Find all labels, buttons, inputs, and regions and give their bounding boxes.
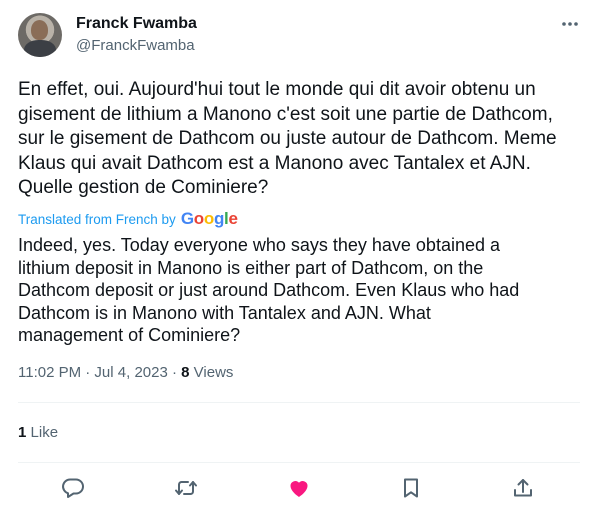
heart-icon [290,481,308,497]
more-button[interactable] [558,12,582,36]
avatar[interactable] [18,13,62,57]
retweet-icon [175,481,197,495]
tweet-translated-text: Indeed, yes. Today everyone who says the… [18,235,520,345]
views-label: Views [193,364,234,381]
timestamp[interactable]: 11:02 PM · Jul 4, 2023 [18,364,168,381]
likes-label: Like [30,424,59,441]
bookmark-button[interactable] [397,474,425,502]
action-bar [0,474,598,502]
divider [18,462,580,463]
tweet-meta: 11:02 PM · Jul 4, 2023 · 8 Views [18,363,233,383]
share-button[interactable] [509,474,537,502]
bookmark-icon [404,478,418,498]
google-logo: Google [180,209,238,228]
tweet-original-text: En effet, oui. Aujourd'hui tout le monde… [18,79,557,198]
avatar-body [24,40,56,57]
meta-separator: · [171,364,177,381]
author-handle[interactable]: @FranckFwamba [76,36,195,56]
author-name[interactable]: Franck Fwamba [76,14,197,34]
views-count: 8 [181,364,190,381]
share-icon [514,479,532,497]
likes-count: 1 [18,424,27,441]
likes-summary[interactable]: 1 Like [18,423,58,443]
translated-label: Translated from French by [18,211,176,227]
tweet-card: Franck Fwamba @FranckFwamba En effet, ou… [0,0,598,513]
reply-button[interactable] [59,474,87,502]
like-button[interactable] [285,474,313,502]
retweet-button[interactable] [172,474,200,502]
avatar-head [31,20,48,40]
reply-icon [62,478,84,498]
more-horizontal-icon [562,22,578,26]
translation-attribution[interactable]: Translated from French by Google [18,209,238,228]
divider [18,402,580,403]
